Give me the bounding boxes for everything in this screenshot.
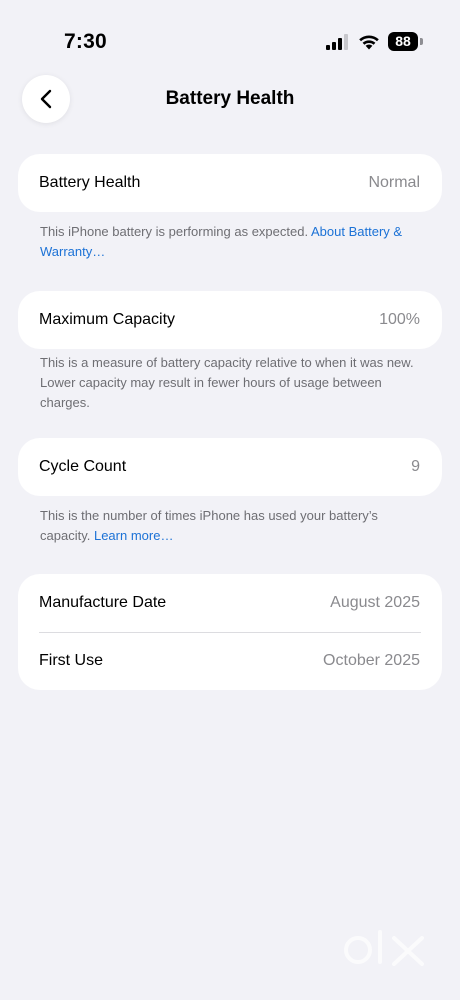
battery-health-note: This iPhone battery is performing as exp… (40, 222, 424, 262)
manufacture-date-label: Manufacture Date (39, 594, 167, 611)
dates-card: Manufacture Date August 2025 First Use O… (18, 574, 442, 690)
battery-health-card: Battery Health Normal (18, 154, 442, 212)
cycle-count-value: 9 (411, 458, 420, 475)
nav-bar: Battery Health (0, 70, 460, 130)
battery-level: 88 (388, 32, 418, 51)
cycle-count-note-text: This is the number of times iPhone has u… (40, 508, 378, 543)
battery-health-row: Battery Health Normal (18, 154, 442, 212)
maximum-capacity-value: 100% (379, 311, 420, 328)
first-use-row: First Use October 2025 (18, 632, 442, 690)
learn-more-link[interactable]: Learn more… (94, 528, 173, 543)
cycle-count-label: Cycle Count (39, 458, 127, 475)
olx-watermark-logo (344, 930, 424, 966)
maximum-capacity-note: This is a measure of battery capacity re… (40, 355, 414, 410)
maximum-capacity-row: Maximum Capacity 100% (18, 291, 442, 349)
first-use-value: October 2025 (323, 652, 420, 669)
battery-health-value: Normal (368, 174, 420, 191)
first-use-label: First Use (39, 652, 103, 669)
signal-icon (326, 34, 348, 50)
status-bar: 7:30 88 (0, 0, 460, 70)
battery-icon: 88 (388, 32, 424, 51)
manufacture-date-row: Manufacture Date August 2025 (18, 574, 442, 632)
cycle-count-card: Cycle Count 9 (18, 438, 442, 496)
status-time: 7:30 (64, 30, 107, 53)
manufacture-date-value: August 2025 (330, 594, 420, 611)
battery-health-label: Battery Health (39, 174, 141, 191)
back-button[interactable] (22, 75, 70, 123)
battery-cap (420, 38, 423, 45)
maximum-capacity-card: Maximum Capacity 100% (18, 291, 442, 349)
wifi-icon (359, 35, 379, 50)
battery-health-note-text: This iPhone battery is performing as exp… (40, 224, 309, 239)
maximum-capacity-label: Maximum Capacity (39, 311, 176, 328)
cycle-count-row: Cycle Count 9 (18, 438, 442, 496)
cycle-count-note: This is the number of times iPhone has u… (40, 506, 424, 546)
chevron-left-icon (40, 89, 52, 109)
